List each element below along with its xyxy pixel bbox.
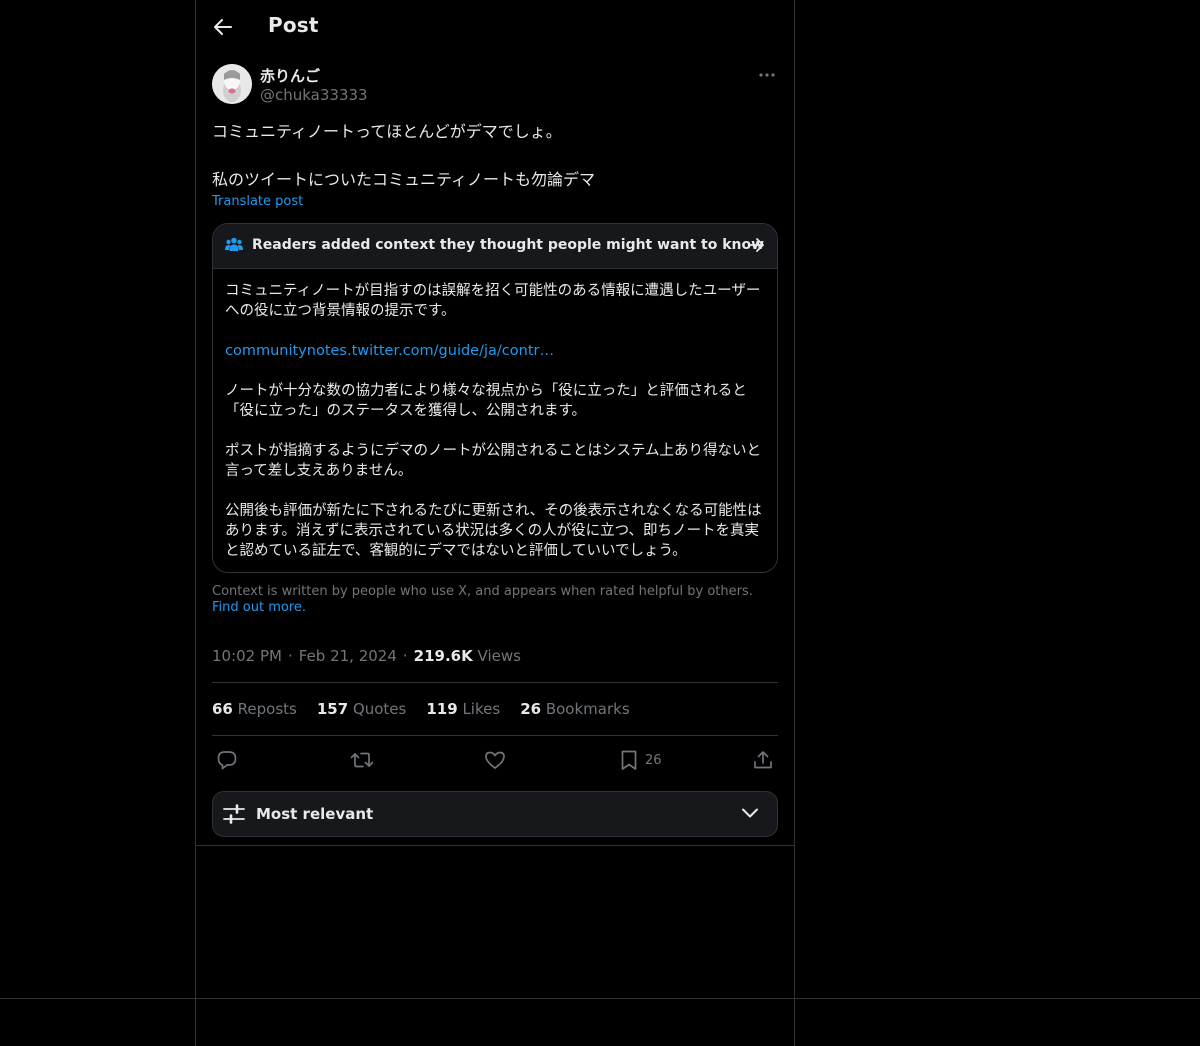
post-time[interactable]: 10:02 PM <box>212 647 282 665</box>
reply-icon <box>217 751 237 770</box>
community-note-card: Readers added context they thought peopl… <box>212 223 778 573</box>
sliders-icon <box>223 804 245 824</box>
translate-post-link[interactable]: Translate post <box>212 194 303 209</box>
section-divider <box>196 845 794 846</box>
note-paragraph: 公開後も評価が新たに下されるたびに更新され、その後表示されなくなる可能性はありま… <box>225 503 762 559</box>
note-paragraph: ポストが指摘するようにデマのノートが公開されることはシステム上あり得ないと言って… <box>225 443 762 479</box>
views-label: Views <box>477 647 521 665</box>
chevron-down-icon <box>742 808 758 818</box>
page: Post 赤りんご @chuka33333 コミュニティノートってほとんどがデマ… <box>0 0 1200 1046</box>
post-text: コミュニティノートってほとんどがデマでしょ。 私のツイートについたコミュニティノ… <box>212 122 596 189</box>
views-count: 219.6K <box>413 647 473 665</box>
repost-button[interactable] <box>350 746 374 774</box>
note-paragraph: ノートが十分な数の協力者により様々な視点から「役に立った」と評価されると「役に立… <box>225 383 747 419</box>
heart-icon <box>485 751 505 769</box>
community-note-title: Readers added context they thought peopl… <box>252 237 765 253</box>
main-column: Post 赤りんご @chuka33333 コミュニティノートってほとんどがデマ… <box>195 0 795 1046</box>
engagement-stats: 66 Reposts 157 Quotes 119 Likes 26 Bookm… <box>212 700 650 718</box>
arrow-right-icon <box>748 238 764 252</box>
reply-button[interactable] <box>216 746 238 774</box>
bookmarks-stat[interactable]: 26 Bookmarks <box>520 700 629 718</box>
divider <box>212 735 778 736</box>
author-display-name[interactable]: 赤りんご <box>260 65 320 86</box>
share-icon <box>754 751 772 769</box>
post-date[interactable]: Feb 21, 2024 <box>299 647 397 665</box>
header: Post <box>196 0 794 53</box>
note-paragraph: コミュニティノートが目指すのは誤解を招く可能性のある情報に遭遇したユーザーへの役… <box>225 283 761 319</box>
quotes-stat[interactable]: 157 Quotes <box>317 700 407 718</box>
page-title: Post <box>268 13 319 37</box>
divider <box>212 682 778 683</box>
more-options-button[interactable] <box>756 66 778 84</box>
community-note-body: コミュニティノートが目指すのは誤解を招く可能性のある情報に遭遇したユーザーへの役… <box>213 269 777 561</box>
back-button[interactable] <box>212 13 234 41</box>
sort-label: Most relevant <box>256 805 374 823</box>
author-handle[interactable]: @chuka33333 <box>260 86 368 104</box>
repost-icon <box>350 752 374 768</box>
note-source-link[interactable]: communitynotes.twitter.com/guide/ja/cont… <box>225 343 554 359</box>
reposts-stat[interactable]: 66 Reposts <box>212 700 297 718</box>
share-button[interactable] <box>752 746 774 774</box>
arrow-left-icon <box>214 19 232 35</box>
more-dots-icon <box>759 73 775 77</box>
community-note-header[interactable]: Readers added context they thought peopl… <box>213 224 777 269</box>
bookmark-button[interactable]: 26 <box>619 746 662 774</box>
people-icon <box>225 237 243 251</box>
reply-sort-dropdown[interactable]: Most relevant <box>212 791 778 837</box>
like-button[interactable] <box>484 746 506 774</box>
likes-stat[interactable]: 119 Likes <box>426 700 500 718</box>
avatar-image <box>212 64 252 104</box>
bookmark-icon <box>621 750 637 770</box>
avatar[interactable] <box>212 64 252 104</box>
note-footer: Context is written by people who use X, … <box>212 584 778 616</box>
bookmark-count: 26 <box>645 752 662 768</box>
find-out-more-link[interactable]: Find out more. <box>212 600 306 615</box>
post-metadata: 10:02 PM · Feb 21, 2024 · 219.6K Views <box>212 647 521 665</box>
note-footer-text: Context is written by people who use X, … <box>212 584 753 599</box>
